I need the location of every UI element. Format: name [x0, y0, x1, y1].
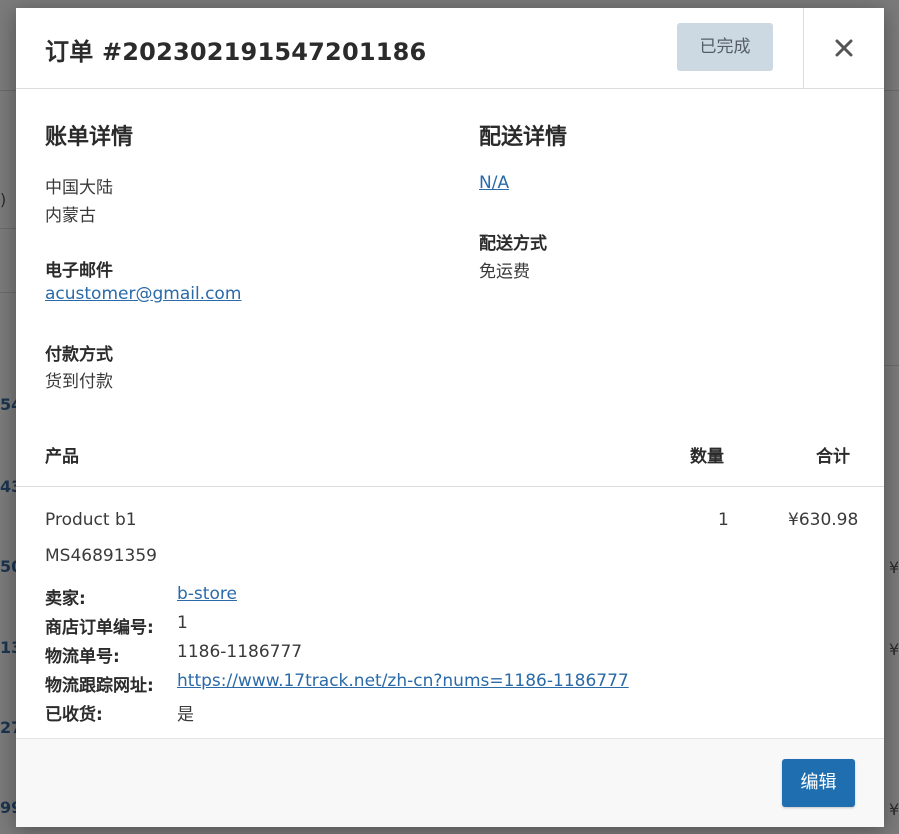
status-badge: 已完成 [677, 23, 773, 71]
billing-region: 中国大陆 [45, 178, 113, 198]
email-link[interactable]: acustomer@gmail.com [45, 284, 241, 304]
background-text: ¥ [889, 558, 899, 577]
product-sku: MS46891359 [45, 546, 157, 566]
background-text: ) [0, 190, 7, 209]
background-text: ¥ [889, 640, 899, 659]
shipping-method: 免运费 [479, 262, 530, 282]
store-order-value: 1 [177, 613, 188, 633]
shipping-address-link[interactable]: N/A [479, 173, 509, 193]
store-order-label: 商店订单编号: [45, 618, 154, 638]
product-quantity: 1 [718, 510, 729, 530]
received-value: 是 [177, 705, 194, 725]
tracking-url-label: 物流跟踪网址: [45, 676, 154, 696]
tracking-number-value: 1186-1186777 [177, 642, 303, 662]
column-header-total: 合计 [816, 447, 850, 467]
modal-footer: 编辑 [16, 738, 884, 827]
background-divider [0, 292, 16, 293]
order-title: 订单 #202302191547201186 [45, 38, 427, 66]
order-modal: 订单 #202302191547201186 已完成 账单详情 中国大陆 内蒙古… [16, 8, 884, 827]
close-button[interactable] [804, 8, 884, 88]
payment-label: 付款方式 [45, 345, 113, 365]
billing-title: 账单详情 [45, 125, 134, 150]
seller-label: 卖家: [45, 589, 86, 609]
product-total: ¥630.98 [788, 510, 859, 530]
background-text: ¥ [889, 800, 899, 819]
shipping-title: 配送详情 [479, 125, 568, 150]
tracking-number-label: 物流单号: [45, 647, 120, 667]
email-label: 电子邮件 [45, 261, 113, 281]
received-label: 已收货: [45, 705, 103, 725]
modal-header: 订单 #202302191547201186 已完成 [16, 8, 884, 89]
shipping-method-label: 配送方式 [479, 234, 547, 254]
close-icon [835, 39, 853, 57]
background-divider [884, 365, 899, 366]
seller-link[interactable]: b-store [177, 584, 237, 604]
table-divider [16, 486, 884, 487]
tracking-url-link[interactable]: https://www.17track.net/zh-cn?nums=1186-… [177, 671, 629, 691]
column-header-quantity: 数量 [690, 447, 724, 467]
billing-province: 内蒙古 [45, 206, 96, 226]
background-divider [0, 228, 16, 229]
product-name: Product b1 [45, 510, 137, 530]
edit-button[interactable]: 编辑 [782, 759, 855, 807]
payment-method: 货到付款 [45, 372, 113, 392]
column-header-product: 产品 [45, 447, 79, 467]
